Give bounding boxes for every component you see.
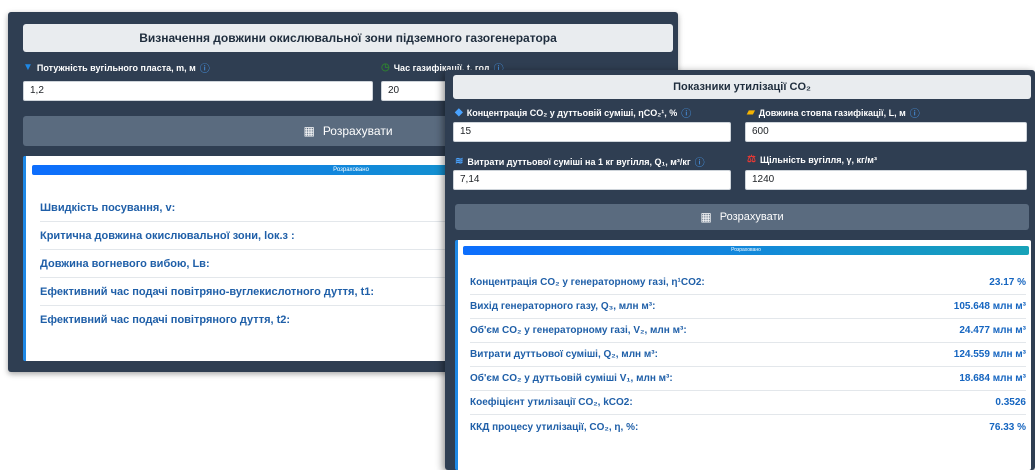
- coal-thickness-label-text: Потужність вугільного пласта, m, м: [36, 62, 196, 73]
- result-row: ККД процесу утилізації, CO₂, η, %: 76.33…: [470, 415, 1026, 439]
- results-panel: Розраховано Концентрація CO₂ у генератор…: [455, 240, 1031, 470]
- result-row: Вихід генераторного газу, Q₃, млн м³: 10…: [470, 295, 1026, 319]
- calculator-icon: ▦: [700, 210, 712, 224]
- column-length-label: ▰ Довжина стовпа газифікації, L, м ⓘ: [747, 105, 920, 120]
- layers-icon: ▼: [23, 62, 33, 73]
- droplet-icon: ◆: [455, 107, 463, 118]
- info-icon[interactable]: ⓘ: [200, 60, 210, 75]
- result-label: Швидкість посування, v:: [40, 201, 176, 214]
- wind-icon: ≋: [455, 156, 464, 167]
- result-label: Концентрація CO₂ у генераторному газі, η…: [470, 277, 705, 288]
- result-label: Ефективний час подачі повітряного дуття,…: [40, 314, 291, 326]
- result-value: 124.559 млн м³: [953, 349, 1026, 360]
- result-label: Об'єм CO₂ у генераторному газі, V₂, млн …: [470, 325, 687, 336]
- ruler-icon: ▰: [747, 107, 755, 118]
- window-title: Визначення довжини окислювальної зони пі…: [23, 24, 673, 52]
- info-icon[interactable]: ⓘ: [695, 154, 705, 169]
- result-row: Концентрація CO₂ у генераторному газі, η…: [470, 271, 1026, 295]
- result-value: 105.648 млн м³: [953, 301, 1026, 312]
- blast-consumption-input[interactable]: [453, 170, 731, 190]
- co2-concentration-label-text: Концентрація CO₂ у дуттьовій суміші, ηCO…: [466, 107, 678, 118]
- result-value: 24.477 млн м³: [959, 325, 1026, 336]
- result-label: Критична довжина окислювальної зони, lок…: [40, 229, 295, 242]
- result-row: Коефіцієнт утилізації CO₂, kCO2: 0.3526: [470, 391, 1026, 415]
- result-value: 76.33 %: [989, 421, 1026, 433]
- window-title: Показники утилізації CO₂: [453, 75, 1031, 99]
- result-value: 23.17 %: [989, 277, 1026, 288]
- clock-icon: ◷: [381, 62, 390, 73]
- coal-thickness-input[interactable]: [23, 81, 373, 101]
- info-icon[interactable]: ⓘ: [910, 105, 920, 120]
- info-icon[interactable]: ⓘ: [681, 105, 691, 120]
- result-label: ККД процесу утилізації, CO₂, η, %:: [470, 421, 639, 433]
- calculate-button[interactable]: ▦ Розрахувати: [455, 204, 1029, 230]
- blast-consumption-label: ≋ Витрати дуттьової суміші на 1 кг вугіл…: [455, 154, 705, 169]
- result-label: Довжина вогневого вибою, Lв:: [40, 257, 210, 270]
- calculator-icon: ▦: [303, 124, 315, 138]
- result-value: 0.3526: [995, 397, 1026, 408]
- result-label: Коефіцієнт утилізації CO₂, kCO2:: [470, 397, 633, 408]
- result-row: Витрати дуттьової суміші, Q₂, млн м³: 12…: [470, 343, 1026, 367]
- coal-density-label: ⚖ Щільність вугілля, γ, кг/м³: [747, 154, 877, 165]
- column-length-label-text: Довжина стовпа газифікації, L, м: [758, 107, 906, 118]
- co2-concentration-label: ◆ Концентрація CO₂ у дуттьовій суміші, η…: [455, 105, 691, 120]
- result-label: Ефективний час подачі повітряно-вуглекис…: [40, 285, 375, 298]
- result-row: Об'єм CO₂ у генераторному газі, V₂, млн …: [470, 319, 1026, 343]
- column-length-input[interactable]: [745, 122, 1027, 142]
- result-label: Вихід генераторного газу, Q₃, млн м³:: [470, 301, 656, 312]
- co2-concentration-input[interactable]: [453, 122, 731, 142]
- coal-density-label-text: Щільність вугілля, γ, кг/м³: [759, 154, 877, 165]
- window-co2-utilization: Показники утилізації CO₂ ◆ Концентрація …: [445, 70, 1035, 470]
- result-label: Витрати дуттьової суміші, Q₂, млн м³:: [470, 349, 658, 360]
- calculate-button-label: Розрахувати: [719, 211, 784, 223]
- weight-icon: ⚖: [747, 154, 756, 165]
- blast-consumption-label-text: Витрати дуттьової суміші на 1 кг вугілля…: [467, 156, 691, 167]
- progress-bar: Розраховано: [463, 246, 1029, 255]
- result-value: 18.684 млн м³: [959, 373, 1026, 384]
- result-row: Об'єм CO₂ у дуттьовій суміші V₁, млн м³:…: [470, 367, 1026, 391]
- result-label: Об'єм CO₂ у дуттьовій суміші V₁, млн м³:: [470, 373, 673, 384]
- calculate-button-label: Розрахувати: [322, 124, 393, 138]
- coal-thickness-label: ▼ Потужність вугільного пласта, m, м ⓘ: [23, 60, 210, 75]
- coal-density-input[interactable]: [745, 170, 1027, 190]
